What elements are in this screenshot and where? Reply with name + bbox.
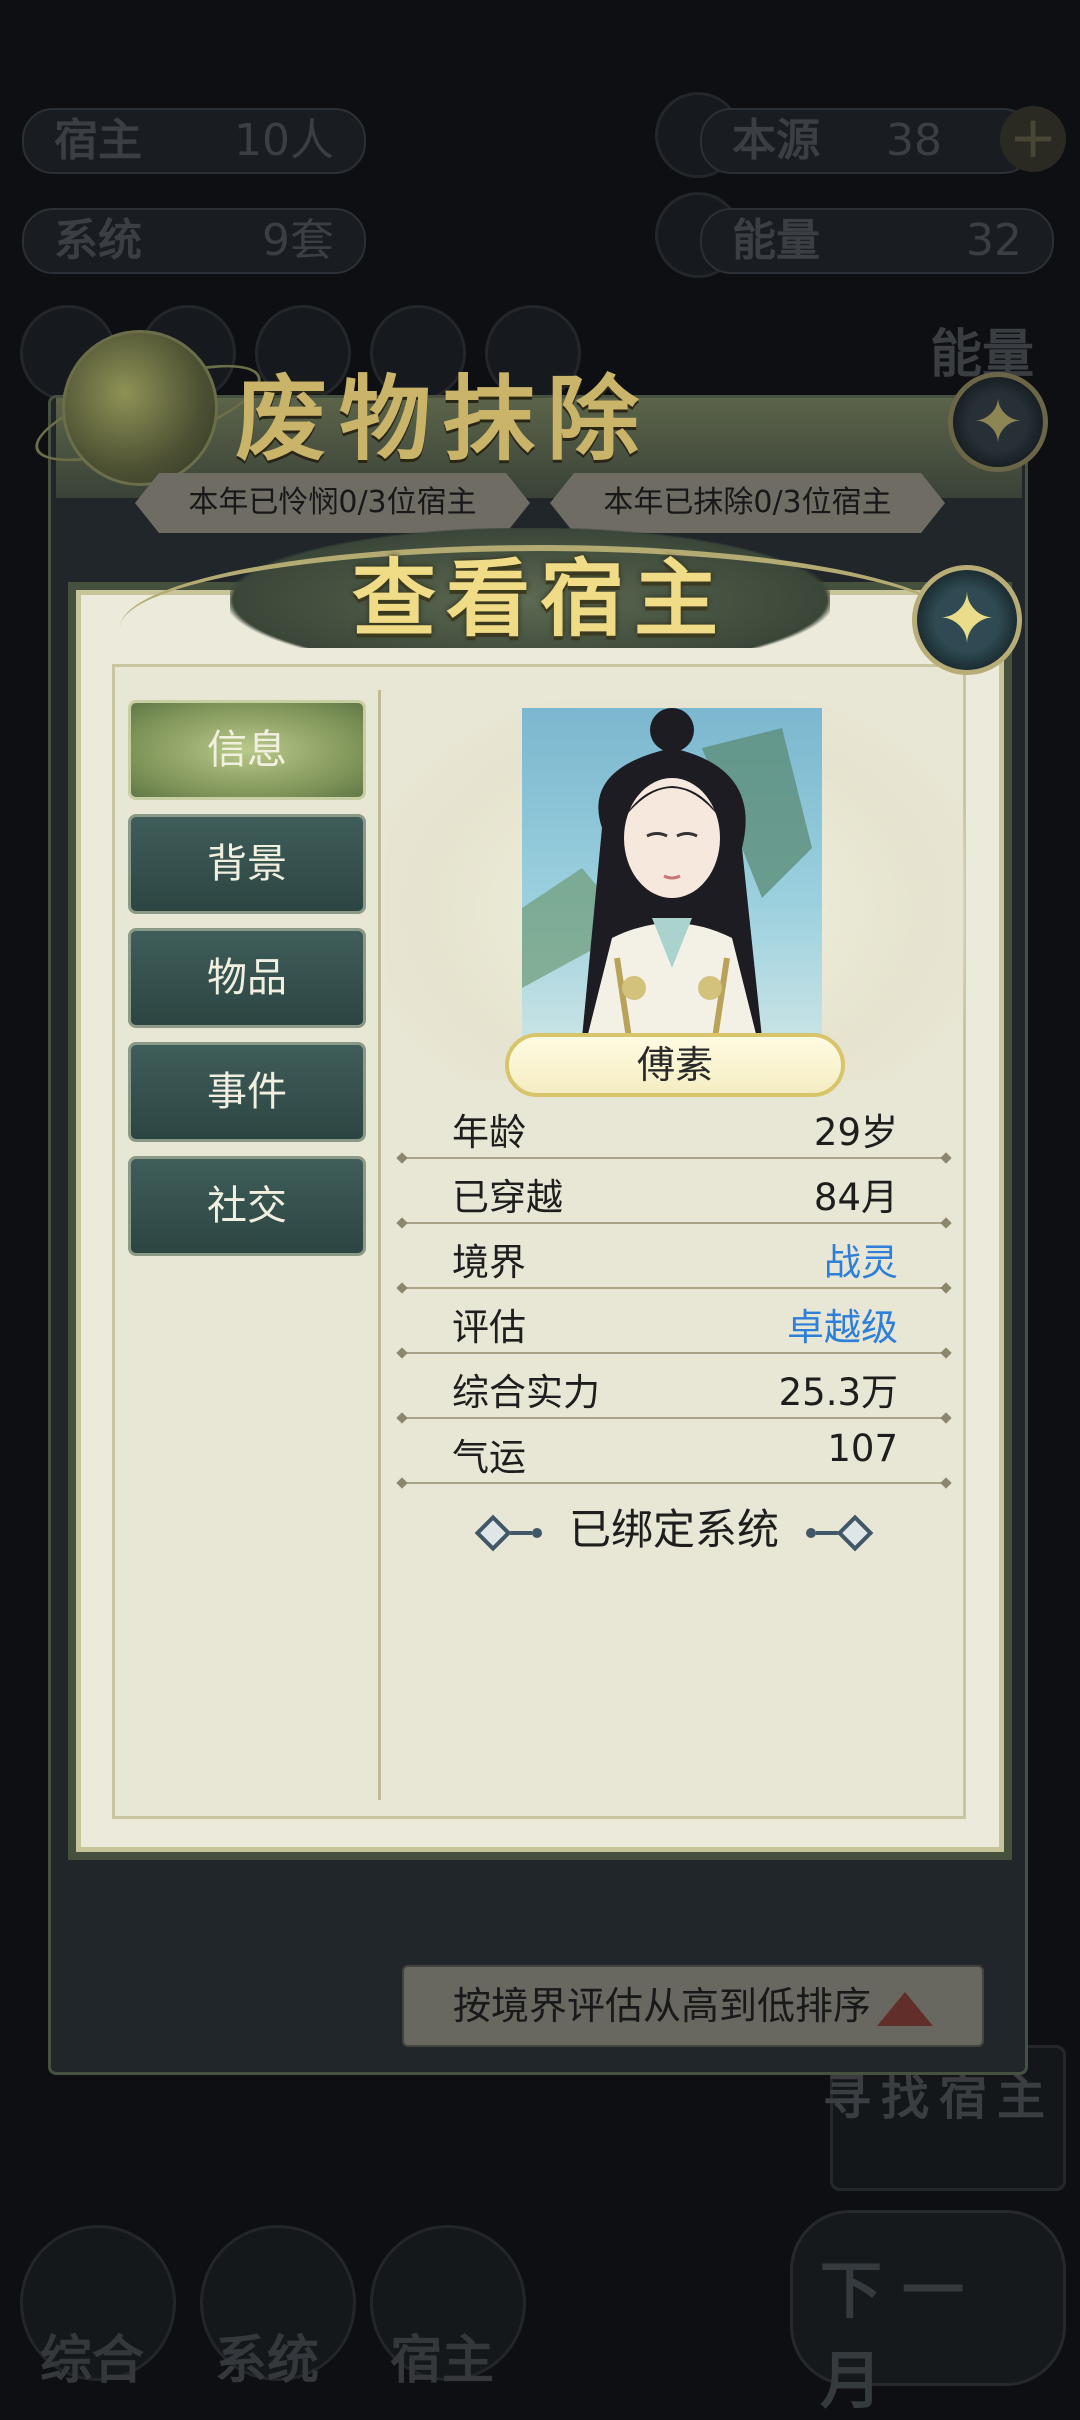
hud-energy-label: 能量: [732, 215, 820, 266]
hud-system-count: 系统 9套: [22, 208, 366, 274]
hud-host-label: 宿主: [54, 115, 142, 166]
stat-luck-value: 107: [827, 1427, 898, 1470]
hud-origin-label: 本源: [732, 115, 820, 166]
hud-system-label: 系统: [54, 215, 142, 266]
tab-items[interactable]: 物品: [128, 928, 366, 1028]
host-name: 傅素: [636, 1043, 713, 1087]
tab-events[interactable]: 事件: [128, 1042, 366, 1142]
stat-rating-value: 卓越级: [787, 1306, 898, 1349]
erased-count-chip: 本年已抹除0/3位宿主: [550, 473, 945, 533]
tab-info[interactable]: 信息: [128, 700, 366, 800]
stat-divider: [400, 1482, 948, 1484]
hud-system-value: 9套: [262, 215, 334, 266]
bound-systems-header: 已绑定系统: [400, 1496, 948, 1557]
waste-erase-title: 废物抹除: [235, 366, 652, 473]
tab-items-label: 物品: [207, 955, 287, 1001]
nav-system-label: 系统: [215, 2331, 320, 2391]
stat-traveled-value: 84月: [813, 1176, 898, 1219]
stat-row-age: 年龄 29岁: [400, 1094, 948, 1158]
hud-energy-value: 32: [966, 215, 1022, 266]
planet-icon: [62, 330, 218, 486]
tab-social[interactable]: 社交: [128, 1156, 366, 1256]
diamond-right-icon: [836, 1514, 874, 1551]
sort-by-realm-button[interactable]: 按境界评估从高到低排序: [402, 1965, 984, 2047]
hud-origin-value: 38: [886, 115, 942, 166]
sort-up-triangle-icon: [877, 1991, 933, 2026]
tab-background-label: 背景: [207, 841, 287, 887]
stat-traveled-label: 已穿越: [452, 1176, 563, 1219]
nav-overview-label: 综合: [40, 2331, 145, 2391]
waste-erase-close-button[interactable]: ✦: [948, 372, 1048, 472]
stat-age-value: 29岁: [813, 1111, 898, 1154]
host-portrait-art: [522, 708, 812, 1058]
stat-rating-label: 评估: [452, 1306, 526, 1349]
sort-label: 按境界评估从高到低排序: [452, 1984, 871, 2028]
stat-power-label: 综合实力: [452, 1371, 600, 1414]
add-origin-button[interactable]: +: [1000, 106, 1066, 172]
tab-events-label: 事件: [207, 1069, 287, 1115]
stat-power-value: 25.3万: [778, 1371, 898, 1414]
host-name-plate: 傅素: [505, 1033, 845, 1097]
hud-origin: 本源 38: [700, 108, 1034, 174]
stat-luck-label: 气运: [452, 1436, 526, 1479]
next-month-label: 下一月: [820, 2254, 985, 2417]
stat-row-power: 综合实力 25.3万: [400, 1354, 948, 1418]
stat-row-realm: 境界 战灵: [400, 1224, 948, 1288]
pitied-count-chip: 本年已怜悯0/3位宿主: [135, 473, 530, 533]
hud-host-count: 宿主 10人: [22, 108, 366, 174]
bound-systems-label: 已绑定系统: [568, 1505, 779, 1554]
stat-realm-label: 境界: [452, 1241, 526, 1284]
tab-social-label: 社交: [207, 1183, 287, 1229]
stat-age-label: 年龄: [452, 1111, 526, 1154]
host-detail-close-button[interactable]: ✦: [912, 565, 1022, 675]
stat-realm-value: 战灵: [824, 1241, 898, 1284]
diamond-left-icon: [474, 1514, 512, 1551]
stat-row-luck: 气运 107: [400, 1419, 948, 1483]
stat-row-traveled: 已穿越 84月: [400, 1159, 948, 1223]
tab-background[interactable]: 背景: [128, 814, 366, 914]
stat-row-rating: 评估 卓越级: [400, 1289, 948, 1353]
tab-info-label: 信息: [207, 727, 287, 773]
hud-energy: 能量 32: [700, 208, 1054, 274]
nav-host-label: 宿主: [390, 2331, 495, 2391]
panel-divider: [378, 690, 381, 1800]
hud-host-value: 10人: [234, 115, 334, 166]
host-portrait: [522, 708, 822, 1058]
find-host-label: 寻找宿主: [822, 2070, 1055, 2126]
